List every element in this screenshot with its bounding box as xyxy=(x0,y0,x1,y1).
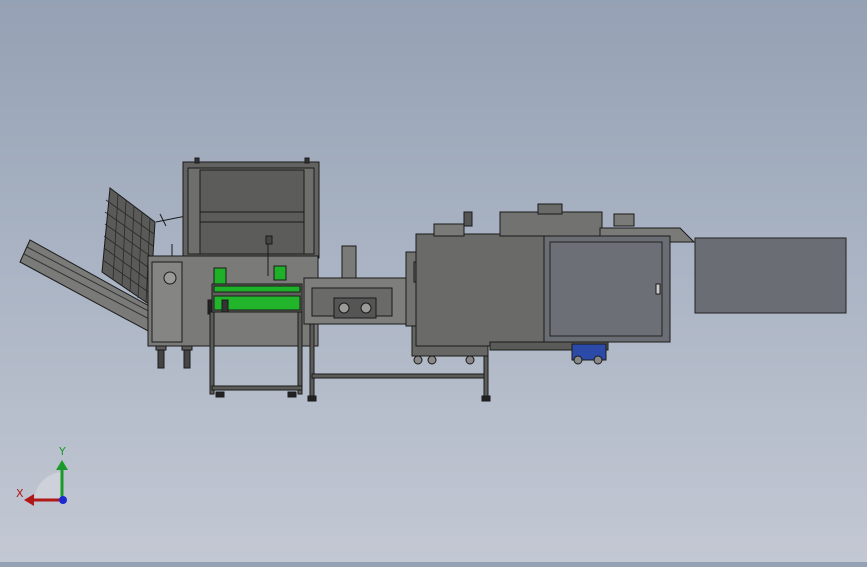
right-main-machine xyxy=(415,203,696,365)
left-cabinet xyxy=(147,157,320,347)
axis-triad: Y X xyxy=(16,445,68,506)
sensor-arm xyxy=(155,213,187,256)
cad-viewport[interactable]: Y X xyxy=(0,0,867,562)
y-axis-arrow-icon xyxy=(56,460,68,470)
z-axis-dot-icon xyxy=(59,496,67,504)
x-axis-label: X xyxy=(16,487,24,500)
outfeed-panel xyxy=(694,237,847,314)
x-axis-arrow-icon xyxy=(24,494,34,506)
assembly-drawing: Y X xyxy=(16,157,847,506)
y-axis-label: Y xyxy=(58,445,66,458)
